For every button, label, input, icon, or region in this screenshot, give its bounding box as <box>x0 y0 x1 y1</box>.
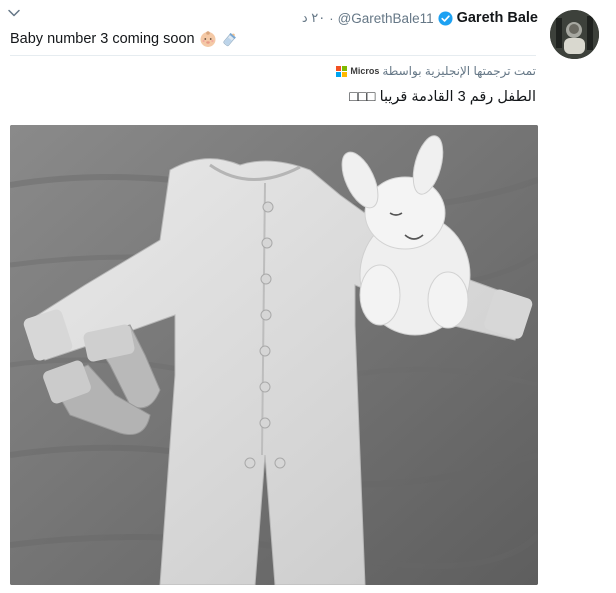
author-name[interactable]: Gareth Bale <box>457 10 538 26</box>
tweet-photo[interactable] <box>10 125 538 585</box>
tweet-text: Baby number 3 coming soon <box>10 30 239 48</box>
translated-by-row: Micros تمت ترجمتها الإنجليزية بواسطة <box>336 63 536 79</box>
verified-badge-icon <box>438 10 453 26</box>
translator-brand[interactable]: Micros <box>350 66 379 76</box>
avatar[interactable] <box>550 10 599 59</box>
translated-by-label: تمت ترجمتها الإنجليزية بواسطة <box>382 64 536 78</box>
baby-face-icon <box>199 30 217 48</box>
baby-bottle-icon <box>221 30 239 48</box>
tweet-header: ٢٠ د · @GarethBale11 Gareth Bale <box>302 9 538 27</box>
user-handle[interactable]: @GarethBale11 <box>338 11 434 26</box>
separator-dot: · <box>329 10 334 26</box>
avatar-image <box>550 10 599 59</box>
tweet-text-content: Baby number 3 coming soon <box>10 31 195 47</box>
microsoft-logo-icon <box>336 65 348 77</box>
photo-image <box>10 125 538 585</box>
timestamp[interactable]: ٢٠ د <box>302 10 325 26</box>
divider <box>10 55 536 56</box>
translated-text: الطفل رقم 3 القادمة قريبا □□□ <box>349 89 536 105</box>
tweet-card[interactable]: ٢٠ د · @GarethBale11 Gareth Bale Baby nu… <box>0 0 616 593</box>
chevron-down-icon[interactable] <box>7 7 21 19</box>
